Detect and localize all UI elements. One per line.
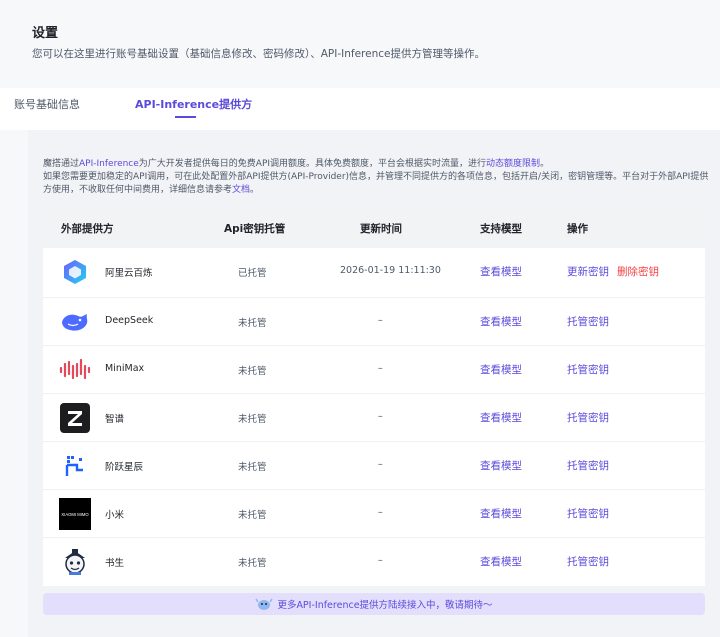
host-key-button[interactable]: 托管密钥 (567, 362, 609, 377)
host-key-button[interactable]: 托管密钥 (567, 506, 609, 521)
provider-name: MiniMax (105, 363, 145, 374)
host-key-button[interactable]: 托管密钥 (567, 410, 609, 425)
key-status: 未托管 (238, 462, 267, 473)
view-models-link[interactable]: 查看模型 (480, 362, 522, 377)
provider-name: 小米 (105, 510, 125, 521)
key-status: 未托管 (238, 414, 267, 425)
shusheng-icon (59, 546, 91, 578)
header-updated-time: 更新时间 (360, 223, 402, 235)
updated-time: – (378, 555, 383, 566)
api-inference-link[interactable]: API-Inference (79, 159, 139, 169)
table-row: 阶跃星辰 未托管 – 查看模型 托管密钥 (43, 442, 705, 490)
table-row: DeepSeek 未托管 – 查看模型 托管密钥 (43, 298, 705, 346)
view-models-link[interactable]: 查看模型 (480, 506, 522, 521)
table-row: 智谱 未托管 – 查看模型 托管密钥 (43, 394, 705, 442)
xiaomi-logo-text: XIAOMI MIMO (61, 512, 89, 517)
tabs-bar: 账号基础信息 API-Inference提供方 (0, 88, 720, 130)
key-status: 未托管 (238, 558, 267, 569)
table-row: MiniMax 未托管 – 查看模型 托管密钥 (43, 346, 705, 394)
view-models-link[interactable]: 查看模型 (480, 458, 522, 473)
docs-link[interactable]: 文档 (232, 185, 250, 195)
intro-text: 魔搭通过API-Inference为广大开发者提供每日的免费API调用额度。具体… (43, 158, 715, 197)
minimax-wave-icon (59, 354, 91, 386)
header-key-hosting: Api密钥托管 (224, 223, 286, 235)
delete-key-button[interactable]: 删除密钥 (617, 264, 659, 279)
host-key-button[interactable]: 托管密钥 (567, 554, 609, 569)
provider-name: DeepSeek (105, 315, 154, 326)
table-row: 阿里云百炼 已托管 2026-01-19 11:11:30 查看模型 更新密钥 … (43, 248, 705, 298)
provider-name: 阶跃星辰 (105, 462, 144, 473)
stepfun-icon (59, 450, 91, 482)
key-status: 已托管 (238, 268, 267, 279)
deepseek-whale-icon (59, 306, 91, 338)
active-tab-indicator (175, 116, 196, 118)
view-models-link[interactable]: 查看模型 (480, 554, 522, 569)
mascot-icon (255, 597, 274, 611)
updated-time: – (378, 363, 383, 374)
tab-api-inference-provider[interactable]: API-Inference提供方 (135, 96, 252, 112)
updated-time: – (378, 315, 383, 326)
intro-line2: 如果您需要更加稳定的API调用，可在此处配置外部API提供方(API-Provi… (43, 172, 709, 195)
key-status: 未托管 (238, 510, 267, 521)
xiaomi-mimo-icon: XIAOMI MIMO (59, 498, 91, 530)
view-models-link[interactable]: 查看模型 (480, 314, 522, 329)
page-header: 设置 您可以在这里进行账号基础设置（基础信息修改、密码修改）、API-Infer… (0, 0, 720, 70)
view-models-link[interactable]: 查看模型 (480, 264, 522, 279)
provider-name: 阿里云百炼 (105, 268, 153, 279)
intro-line2-end: 。 (250, 185, 260, 195)
provider-name: 智谱 (105, 414, 125, 425)
updated-time: – (378, 459, 383, 470)
key-status: 未托管 (238, 318, 267, 329)
host-key-button[interactable]: 托管密钥 (567, 314, 609, 329)
banner-text: 更多API-Inference提供方陆续接入中，敬请期待～ (277, 600, 493, 611)
key-status: 未托管 (238, 366, 267, 377)
header-provider: 外部提供方 (61, 223, 114, 235)
table-header: 外部提供方 Api密钥托管 更新时间 支持模型 操作 (43, 208, 705, 248)
table-row: 书生 未托管 – 查看模型 托管密钥 (43, 538, 705, 586)
intro-line1-b: 为广大开发者提供每日的免费API调用额度。具体免费额度，平台会根据实时流量，进行 (138, 159, 487, 169)
intro-line1-a: 魔搭通过 (43, 159, 80, 169)
aliyun-bailian-icon (59, 256, 91, 288)
zhipu-z-icon (59, 402, 91, 434)
coming-soon-banner: 更多API-Inference提供方陆续接入中，敬请期待～ (43, 593, 705, 615)
updated-time: – (378, 507, 383, 518)
tab-account-info[interactable]: 账号基础信息 (14, 96, 80, 112)
page-description: 您可以在这里进行账号基础设置（基础信息修改、密码修改）、API-Inferenc… (32, 48, 485, 60)
host-key-button[interactable]: 托管密钥 (567, 458, 609, 473)
page-title: 设置 (32, 26, 59, 41)
table-row: XIAOMI MIMO 小米 未托管 – 查看模型 托管密钥 (43, 490, 705, 538)
header-actions: 操作 (567, 223, 588, 235)
update-key-button[interactable]: 更新密钥 (567, 264, 609, 279)
intro-line1-c: 。 (540, 159, 550, 169)
provider-name: 书生 (105, 558, 125, 569)
header-supported-models: 支持模型 (480, 223, 522, 235)
dynamic-quota-link[interactable]: 动态额度限制 (486, 159, 540, 169)
updated-time: 2026-01-19 11:11:30 (340, 265, 441, 276)
provider-table: 外部提供方 Api密钥托管 更新时间 支持模型 操作 阿里云百炼 已托管 202… (43, 208, 705, 586)
view-models-link[interactable]: 查看模型 (480, 410, 522, 425)
updated-time: – (378, 411, 383, 422)
